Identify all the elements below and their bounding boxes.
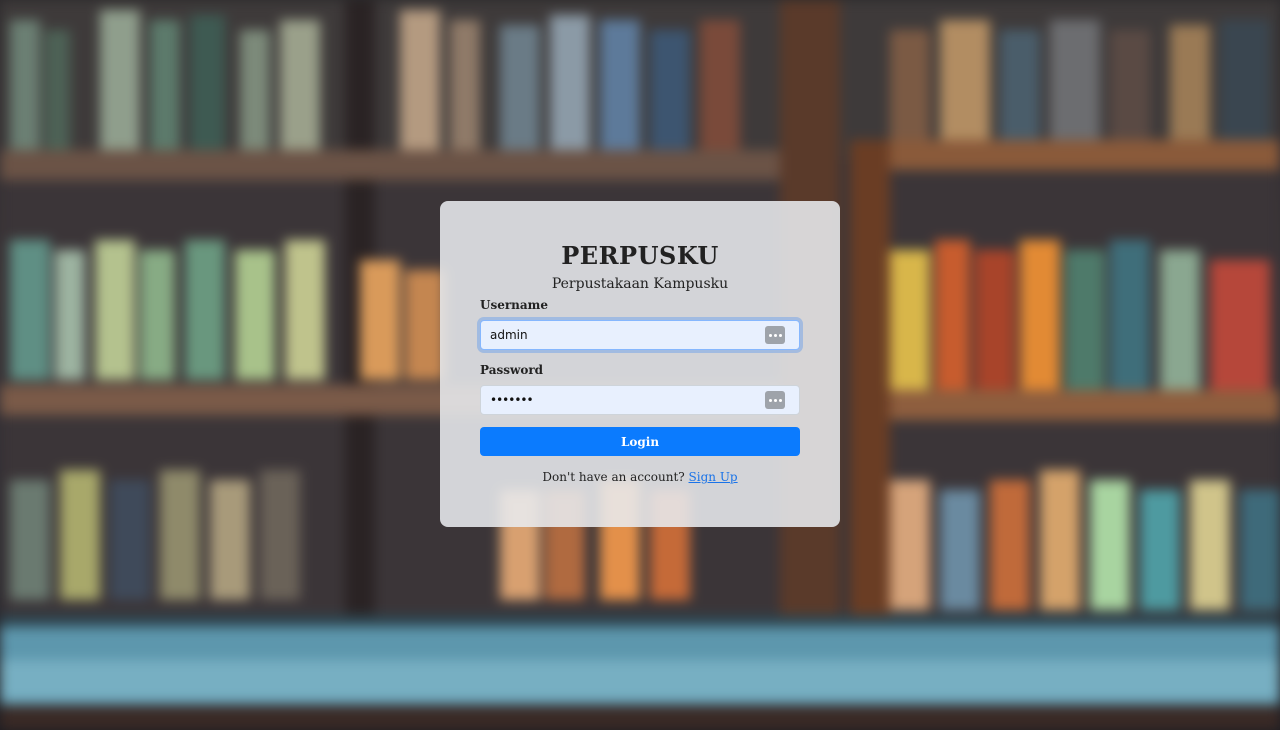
signup-link[interactable]: Sign Up	[689, 470, 738, 484]
login-card: PERPUSKU Perpustakaan Kampusku Username …	[440, 201, 840, 527]
password-input[interactable]: •••••••	[490, 386, 534, 414]
username-field[interactable]	[480, 320, 800, 350]
username-input[interactable]	[481, 321, 761, 349]
password-field[interactable]: •••••••	[480, 385, 800, 415]
app-subtitle: Perpustakaan Kampusku	[551, 276, 729, 292]
signup-prompt: Don't have an account? Sign Up	[480, 470, 800, 484]
password-label: Password	[480, 363, 544, 377]
no-account-text: Don't have an account?	[542, 470, 685, 484]
app-title: PERPUSKU	[561, 241, 719, 270]
password-manager-icon[interactable]	[765, 391, 785, 409]
username-label: Username	[480, 298, 549, 312]
login-button[interactable]: Login	[480, 427, 800, 456]
password-manager-icon[interactable]	[765, 326, 785, 344]
